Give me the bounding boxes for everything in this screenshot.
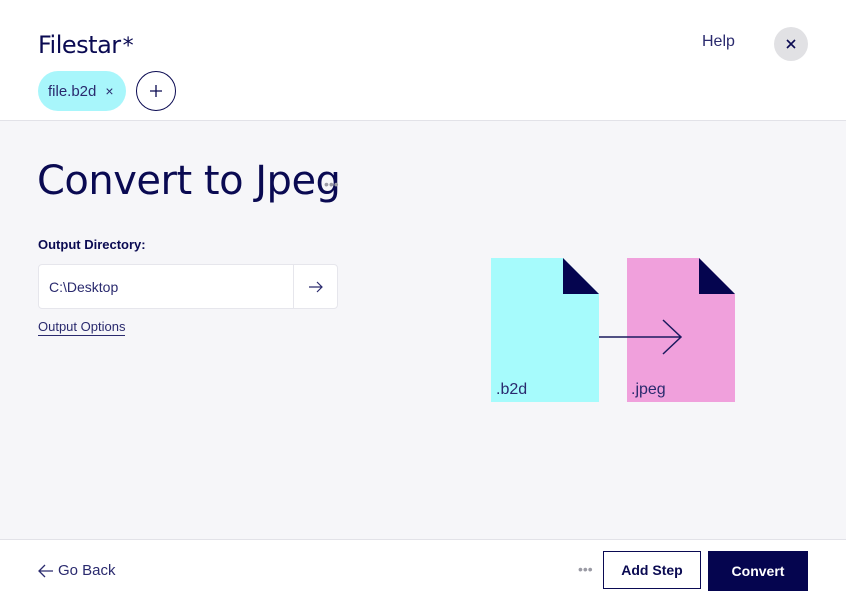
browse-directory-button[interactable] bbox=[293, 265, 338, 308]
conversion-illustration: .b2d .jpeg bbox=[491, 258, 735, 402]
convert-button[interactable]: Convert bbox=[708, 551, 808, 591]
logo-star-icon: * bbox=[122, 34, 134, 59]
go-back-label: Go Back bbox=[58, 562, 116, 579]
file-chip[interactable]: file.b2d × bbox=[38, 71, 126, 111]
go-back-button[interactable]: Go Back bbox=[38, 562, 116, 579]
help-link[interactable]: Help bbox=[702, 33, 735, 51]
main-panel: Convert to Jpeg ••• Output Directory: Ou… bbox=[0, 121, 846, 539]
add-file-button[interactable] bbox=[136, 71, 176, 111]
page-title: Convert to Jpeg bbox=[37, 158, 341, 204]
filestar-logo: Filestar* bbox=[38, 31, 134, 59]
close-button[interactable] bbox=[774, 27, 808, 61]
output-directory-input[interactable] bbox=[39, 265, 289, 308]
remove-file-icon[interactable]: × bbox=[105, 83, 113, 99]
target-ext-label: .jpeg bbox=[631, 381, 666, 398]
header: Filestar* Help file.b2d × bbox=[0, 0, 846, 121]
more-options-icon[interactable]: ••• bbox=[324, 176, 339, 192]
target-file-icon: .jpeg bbox=[627, 258, 735, 402]
more-actions-icon[interactable]: ••• bbox=[578, 561, 593, 577]
output-directory-field bbox=[38, 264, 338, 309]
logo-text: Filestar bbox=[38, 31, 121, 59]
output-directory-label: Output Directory: bbox=[38, 237, 146, 252]
source-ext-label: .b2d bbox=[496, 381, 527, 398]
file-chip-name: file.b2d bbox=[48, 82, 97, 100]
footer: Go Back ••• Add Step Convert bbox=[0, 539, 846, 601]
source-file-icon: .b2d bbox=[491, 258, 599, 402]
plus-icon bbox=[150, 85, 162, 97]
arrow-right-icon bbox=[309, 281, 323, 292]
output-options-link[interactable]: Output Options bbox=[38, 319, 126, 336]
add-step-button[interactable]: Add Step bbox=[603, 551, 701, 589]
close-icon bbox=[786, 39, 796, 49]
arrow-left-icon bbox=[38, 564, 53, 577]
